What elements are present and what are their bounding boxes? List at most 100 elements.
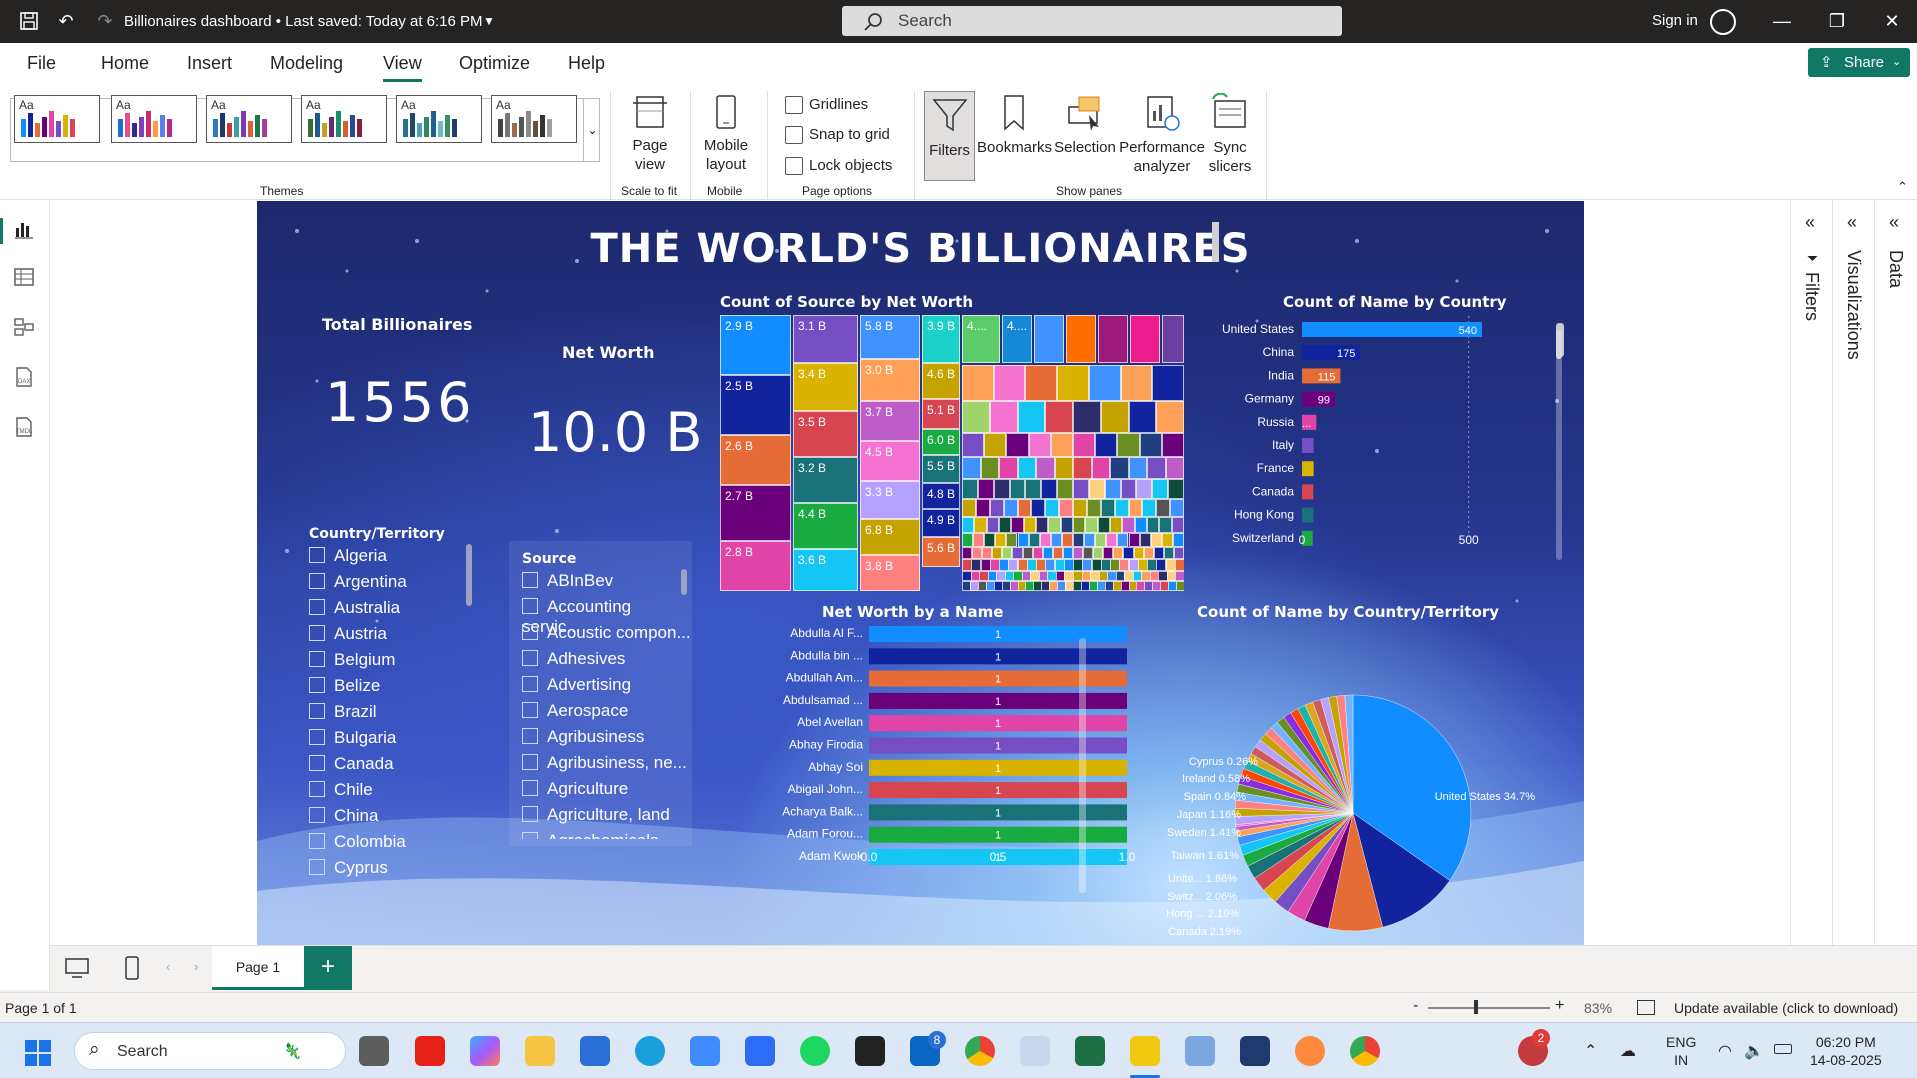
lock-objects-checkbox[interactable]: Lock objects xyxy=(785,157,892,176)
country-slicer-item[interactable]: Austria xyxy=(309,624,387,644)
checkbox[interactable] xyxy=(522,598,538,614)
country-slicer-item[interactable]: Algeria xyxy=(309,546,387,566)
bookmarks-pane-button[interactable]: Bookmarks xyxy=(977,93,1052,157)
menu-insert[interactable]: Insert xyxy=(187,53,232,74)
treemap-tile[interactable] xyxy=(1017,499,1032,517)
treemap-tile[interactable]: 4.8 B xyxy=(922,483,960,509)
tray-chevron-icon[interactable]: ⌃ xyxy=(1584,1041,1597,1061)
treemap-tile[interactable] xyxy=(999,517,1012,533)
checkbox[interactable] xyxy=(309,599,325,615)
checkbox[interactable] xyxy=(522,676,538,692)
treemap-tile[interactable] xyxy=(1050,433,1073,457)
treemap-tile[interactable] xyxy=(1095,433,1118,457)
volume-icon[interactable]: 🔈 xyxy=(1744,1041,1764,1061)
treemap-tile[interactable] xyxy=(1091,457,1110,479)
treemap-tile[interactable] xyxy=(1113,547,1124,559)
treemap-tile[interactable] xyxy=(1057,365,1089,401)
treemap-tile[interactable] xyxy=(1147,517,1160,533)
name-bar-chart[interactable]: Abdulla Al F... 1 Abdulla bin ... 1 Abdullah… xyxy=(712,621,1142,866)
app-icon[interactable] xyxy=(1295,1036,1325,1066)
country-slicer-item[interactable]: Colombia xyxy=(309,832,406,852)
treemap-tile[interactable]: 4.4 B xyxy=(793,503,858,549)
account-avatar[interactable] xyxy=(1710,9,1736,35)
visualizations-pane-collapsed[interactable]: « Visualizations xyxy=(1832,200,1874,945)
snipping-icon[interactable] xyxy=(1185,1036,1215,1066)
minimize-icon[interactable]: — xyxy=(1762,8,1802,34)
treemap-tile[interactable] xyxy=(1161,433,1184,457)
language-indicator[interactable]: ENG IN xyxy=(1666,1033,1696,1069)
prev-page-icon[interactable]: ‹ xyxy=(166,959,170,974)
close-icon[interactable]: ✕ xyxy=(1872,8,1912,34)
treemap-tile[interactable] xyxy=(995,533,1007,547)
treemap-tile[interactable] xyxy=(962,401,990,433)
checkbox[interactable] xyxy=(309,729,325,745)
country-bar[interactable] xyxy=(1302,484,1314,500)
treemap-tile[interactable] xyxy=(1139,433,1162,457)
treemap-tile[interactable] xyxy=(1150,533,1162,547)
treemap[interactable]: 2.9 B 2.5 B 2.6 B 2.7 B 2.8 B 3.1 B 3.4 B 3.5 B… xyxy=(720,315,1184,591)
treemap-tile[interactable] xyxy=(1153,547,1164,559)
treemap-tile[interactable] xyxy=(1130,315,1160,363)
theme-swatch[interactable]: Aa xyxy=(206,95,292,143)
youtube-icon[interactable] xyxy=(415,1036,445,1066)
treemap-tile[interactable]: 4.9 B xyxy=(922,509,960,537)
treemap-tile[interactable] xyxy=(1017,401,1046,433)
treemap-tile[interactable] xyxy=(1073,433,1096,457)
checkbox[interactable] xyxy=(309,833,325,849)
expand-filters-icon[interactable]: « xyxy=(1805,212,1815,233)
fit-to-page-icon[interactable] xyxy=(1637,1000,1655,1015)
spotify-icon[interactable] xyxy=(800,1036,830,1066)
treemap-tile[interactable] xyxy=(1110,457,1129,479)
checkbox[interactable] xyxy=(522,754,538,770)
treemap-tile[interactable] xyxy=(1147,457,1166,479)
taskbar-search-box[interactable]: ⌕ Search 🦎 xyxy=(74,1032,346,1070)
treemap-tile[interactable]: 3.9 B xyxy=(922,315,960,363)
treemap-tile[interactable] xyxy=(984,433,1007,457)
treemap-tile[interactable] xyxy=(1009,479,1026,499)
treemap-tile[interactable] xyxy=(1073,533,1085,547)
treemap-tile[interactable]: 5.6 B xyxy=(922,537,960,567)
country-bar[interactable] xyxy=(1302,507,1314,523)
source-slicer-item[interactable]: Advertising xyxy=(522,675,631,695)
selection-pane-button[interactable]: Selection xyxy=(1053,93,1117,157)
treemap-tile[interactable] xyxy=(1175,571,1184,581)
treemap-tile[interactable] xyxy=(1052,547,1063,559)
table-view-icon[interactable] xyxy=(12,266,36,290)
treemap-tile[interactable] xyxy=(1120,479,1137,499)
treemap-tile[interactable] xyxy=(1097,517,1110,533)
treemap-tile[interactable] xyxy=(962,433,985,457)
battery-icon[interactable] xyxy=(1774,1044,1792,1054)
treemap-tile[interactable] xyxy=(1117,433,1140,457)
treemap-tile[interactable] xyxy=(977,479,994,499)
clock[interactable]: 06:20 PM 14-08-2025 xyxy=(1810,1033,1882,1069)
menu-help[interactable]: Help xyxy=(568,53,605,74)
mobile-layout-button[interactable]: Mobile layout xyxy=(696,93,756,174)
treemap-tile[interactable] xyxy=(986,517,999,533)
performance-analyzer-button[interactable]: Performance analyzer xyxy=(1117,93,1207,176)
filters-pane-button[interactable]: Filters xyxy=(924,91,975,181)
treemap-tile[interactable]: 4.... xyxy=(1002,315,1032,363)
source-slicer-item[interactable]: Agribusiness, ne... xyxy=(522,753,687,773)
power-automate-icon[interactable] xyxy=(745,1036,775,1066)
checkbox[interactable] xyxy=(309,703,325,719)
treemap-tile[interactable]: 3.2 B xyxy=(793,457,858,503)
checkbox[interactable] xyxy=(309,807,325,823)
menu-view[interactable]: View xyxy=(383,53,422,82)
treemap-tile[interactable]: 5.1 B xyxy=(922,399,960,429)
edge-icon[interactable] xyxy=(635,1036,665,1066)
desktop-layout-icon[interactable] xyxy=(64,957,90,983)
country-slicer-scrollbar[interactable] xyxy=(466,544,472,606)
treemap-tile[interactable] xyxy=(1073,457,1092,479)
treemap-tile[interactable]: 4.5 B xyxy=(860,441,920,481)
treemap-tile[interactable] xyxy=(989,401,1018,433)
source-slicer-item[interactable]: Agriculture xyxy=(522,779,628,799)
treemap-tile[interactable] xyxy=(1066,315,1096,363)
treemap-tile[interactable] xyxy=(974,517,987,533)
menu-file[interactable]: File xyxy=(27,53,56,74)
country-slicer-item[interactable]: Argentina xyxy=(309,572,407,592)
checkbox[interactable] xyxy=(309,755,325,771)
treemap-tile[interactable] xyxy=(1085,517,1098,533)
snap-to-grid-checkbox[interactable]: Snap to grid xyxy=(785,126,890,145)
menu-optimize[interactable]: Optimize xyxy=(459,53,530,74)
treemap-tile[interactable] xyxy=(1128,533,1140,547)
